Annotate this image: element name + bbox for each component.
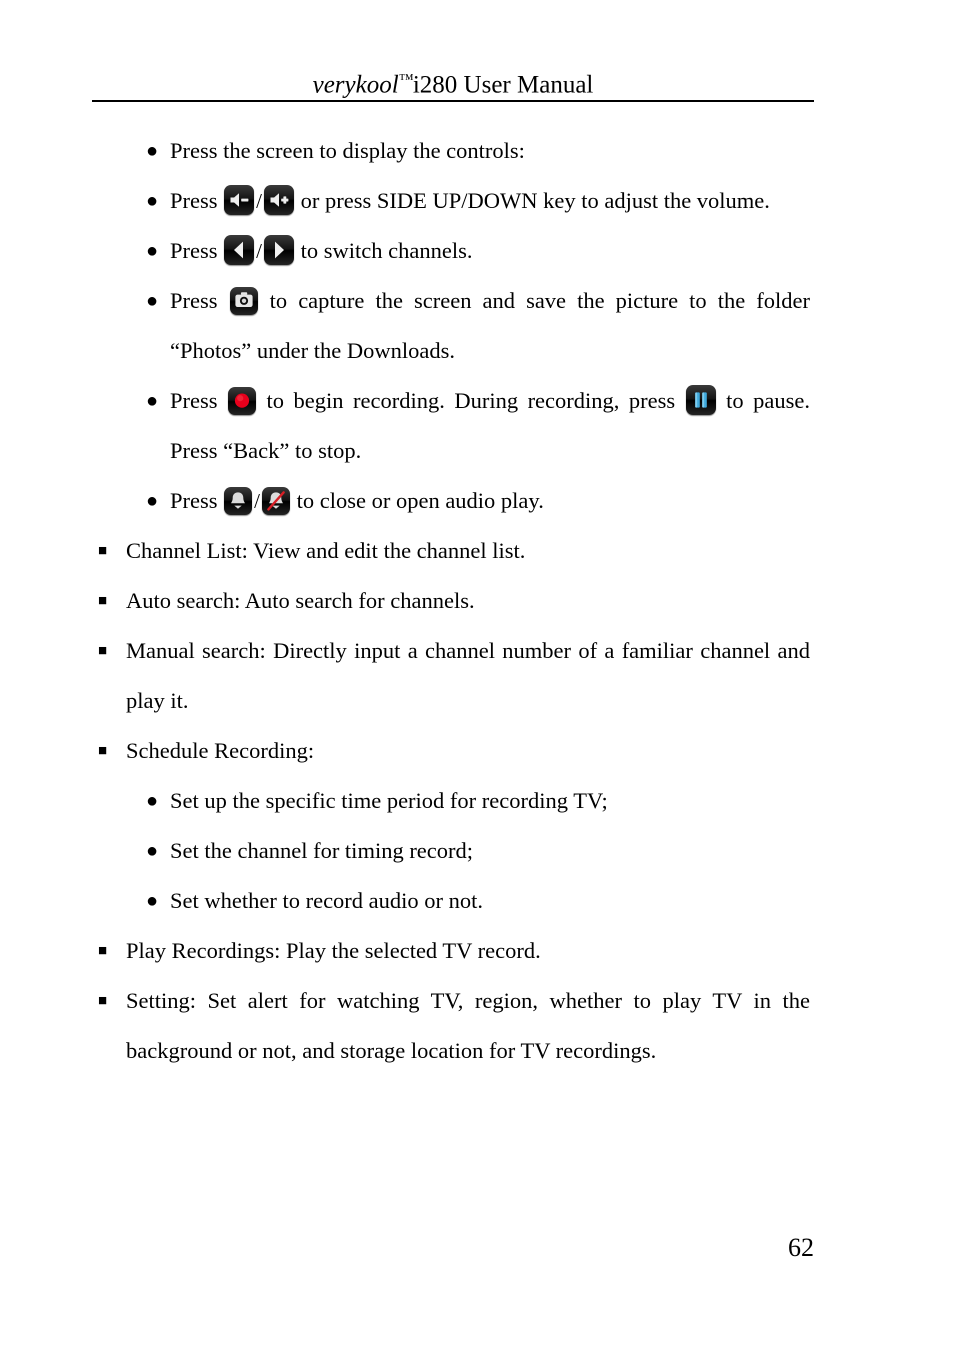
list-item-text: to begin recording. During recording, pr… [266,388,676,413]
icon-separator: / [256,189,262,213]
list-item-text: Channel List: View and edit the channel … [126,538,526,563]
list-item-text: Play Recordings: Play the selected TV re… [126,938,541,963]
record-icon [228,387,257,415]
list-item-text: Set whether to record audio or not. [170,888,484,913]
list-item: ■ Setting: Set alert for watching TV, re… [98,976,810,1076]
icon-separator: / [256,239,262,263]
list-item: ● Press / or press SIDE UP/DOWN key to a… [146,176,810,226]
list-item-text: Schedule Recording: [126,738,315,763]
list-item: ■ Play Recordings: Play the selected TV … [98,926,810,976]
list-item-text: Press [170,188,218,213]
list-item-text: Auto search: Auto search for channels. [126,588,475,613]
channel-next-icon [263,235,294,265]
list-item-text: Press [170,238,218,263]
volume-down-icon [224,185,255,215]
list-item-text: to capture the screen and save the pictu… [170,288,810,363]
list-item: ■ Auto search: Auto search for channels. [98,576,810,626]
round-bullet: ● [145,240,159,262]
pause-icon [685,385,716,415]
header-divider [92,100,814,102]
list-item: ● Press / to switch channels. [146,226,810,276]
brand-name: verykool [312,71,399,99]
round-bullet: ● [145,790,159,812]
list-item-text: Press the screen to display the controls… [170,138,525,163]
square-bullet: ■ [98,743,108,759]
bell-audio-on-icon [224,487,253,515]
bell-audio-off-icon [261,487,290,515]
list-item-text: Manual search: Directly input a channel … [126,638,810,713]
icon-separator: / [254,489,260,513]
list-item-text: Setting: Set alert for watching TV, regi… [126,988,810,1063]
channel-previous-icon [224,235,255,265]
trademark-symbol: ™ [398,72,414,88]
list-item-text: Set up the specific time period for reco… [170,788,608,813]
list-item-text: Set the channel for timing record; [170,838,474,863]
square-bullet: ■ [98,593,108,609]
camera-capture-icon [229,287,258,315]
manual-page: verykool™i280 User Manual ● Press the sc… [0,0,954,1350]
list-item: ● Press to capture the screen and save t… [146,276,810,376]
list-item: ● Set the channel for timing record; [146,826,810,876]
list-item: ■ Manual search: Directly input a channe… [98,626,810,726]
page-number: 62 [788,1233,814,1262]
round-bullet: ● [145,890,159,912]
round-bullet: ● [145,840,159,862]
list-item-text: Press [170,388,218,413]
list-item-text: to switch channels. [300,238,473,263]
round-bullet: ● [145,190,159,212]
list-item-text: Press [170,488,218,513]
round-bullet: ● [145,390,159,412]
list-item: ● Press to begin recording. During recor… [146,376,810,476]
round-bullet: ● [145,290,159,312]
list-item-text: Press [170,288,218,313]
header-title: i280 User Manual [412,71,594,99]
volume-up-icon [263,185,294,215]
round-bullet: ● [145,140,159,162]
round-bullet: ● [145,490,159,512]
list-item: ● Set whether to record audio or not. [146,876,810,926]
square-bullet: ■ [98,993,108,1009]
list-item: ● Press the screen to display the contro… [146,126,810,176]
square-bullet: ■ [98,943,108,959]
list-item: ● Press / to close or open audio play. [146,476,810,526]
list-item: ■ Channel List: View and edit the channe… [98,526,810,576]
page-content: ● Press the screen to display the contro… [0,126,954,1076]
square-bullet: ■ [98,643,108,659]
page-header: verykool™i280 User Manual [92,64,814,101]
list-item: ● Set up the specific time period for re… [146,776,810,826]
list-item-text: to close or open audio play. [296,488,544,513]
list-item: ■ Schedule Recording: [98,726,810,776]
square-bullet: ■ [98,543,108,559]
list-item-text: or press SIDE UP/DOWN key to adjust the … [300,188,770,213]
